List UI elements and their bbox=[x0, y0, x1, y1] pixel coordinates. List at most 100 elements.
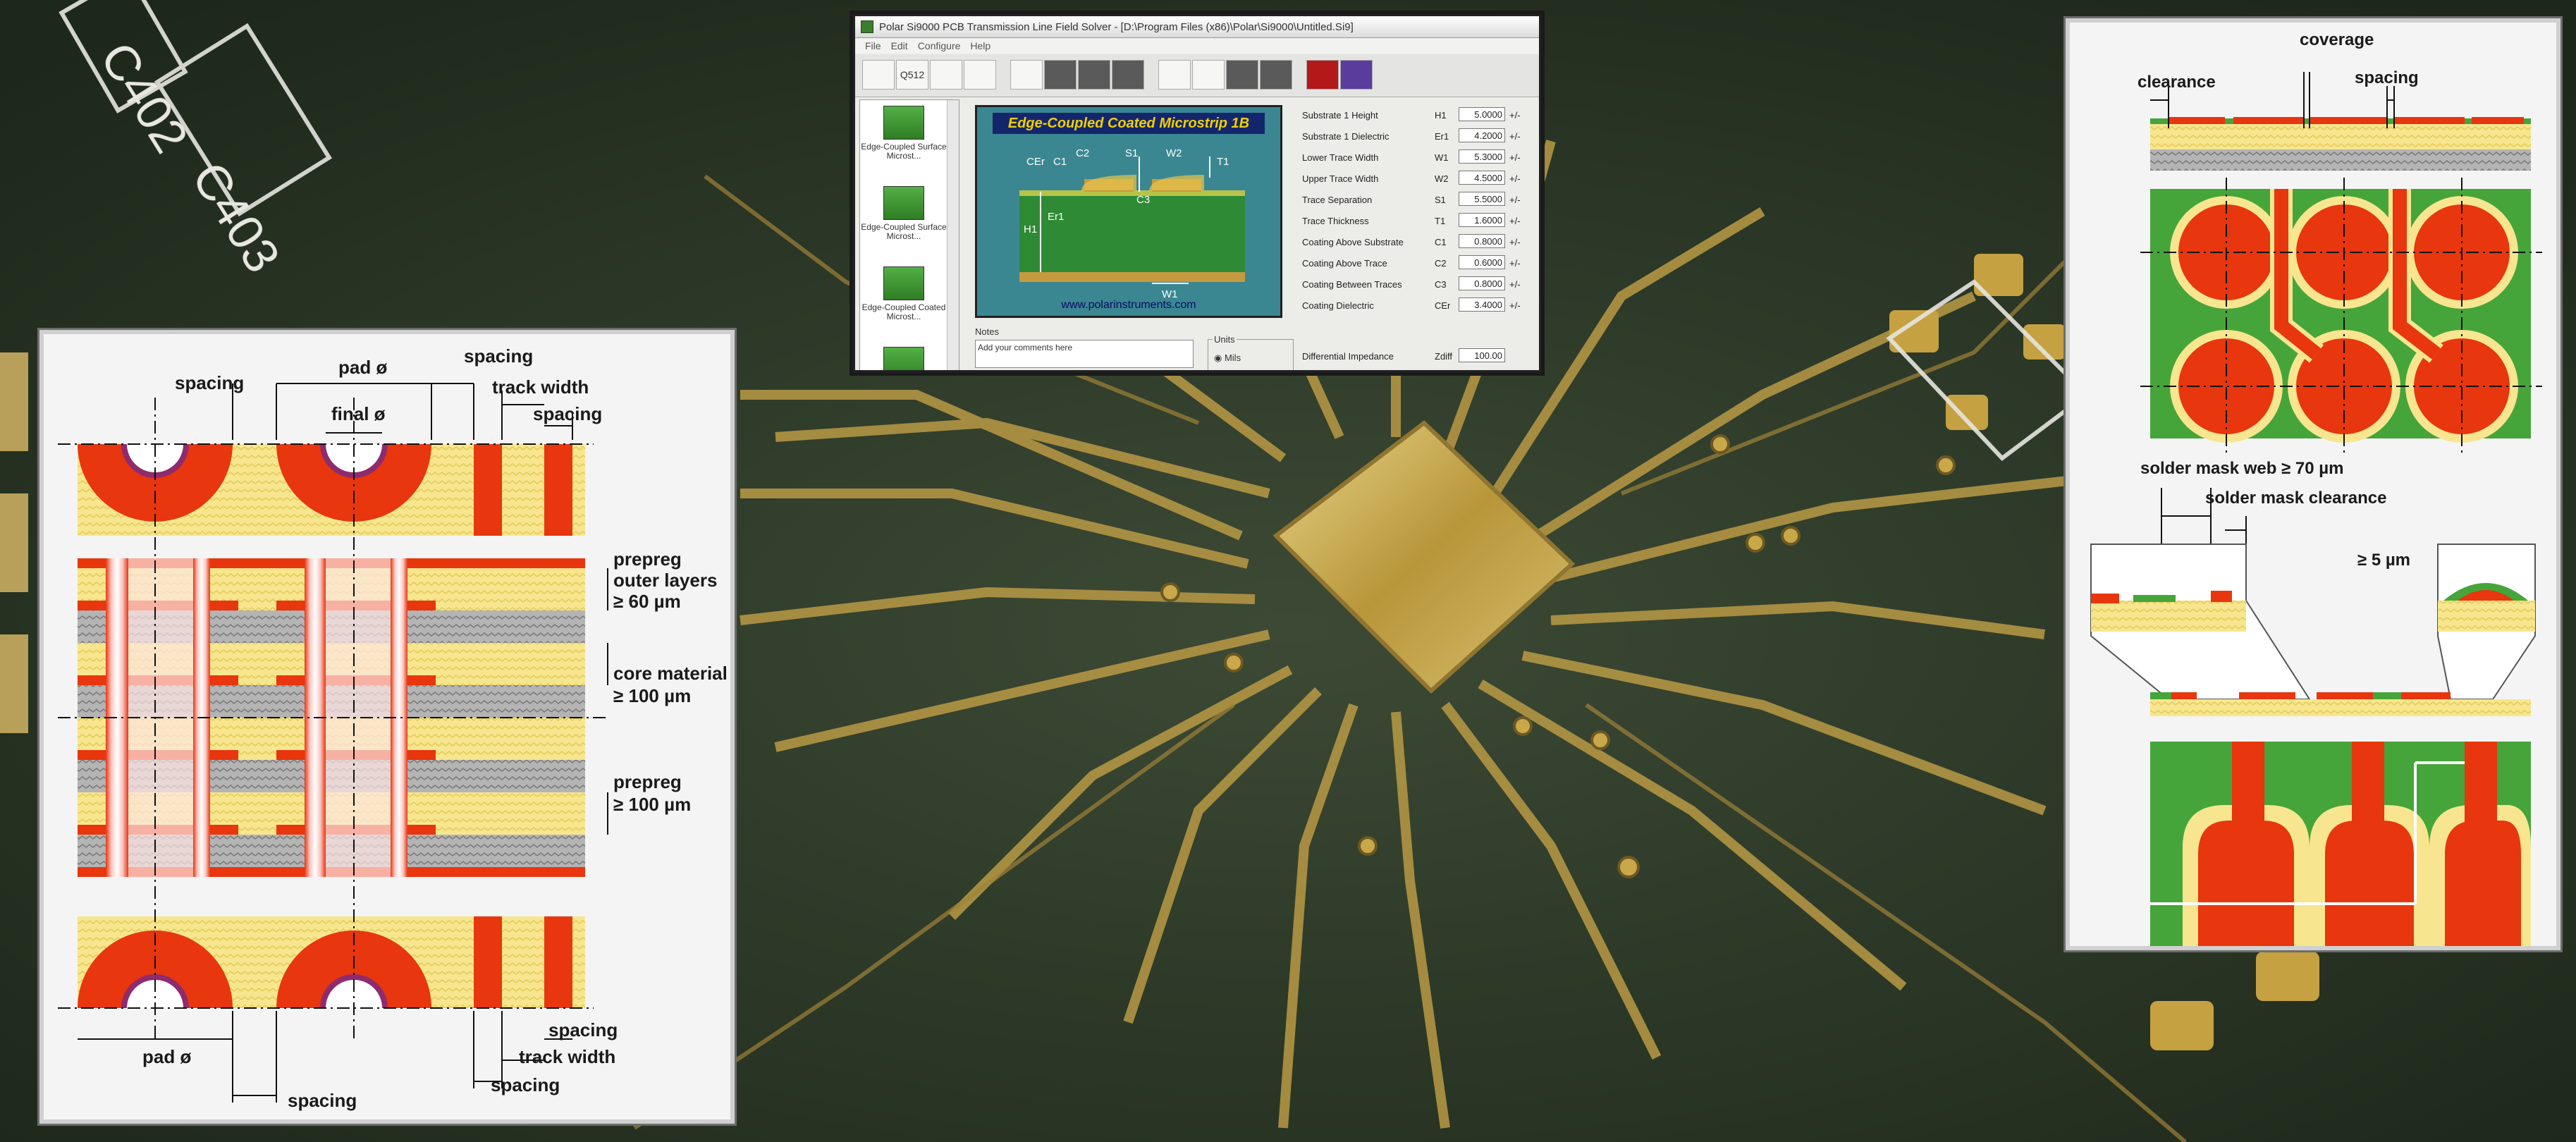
units-group: Units ◉ Mils bbox=[1208, 334, 1294, 370]
list-scrollbar[interactable] bbox=[947, 100, 959, 370]
structure-title: Edge-Coupled Coated Microstrip 1B bbox=[993, 113, 1265, 134]
menu-configure[interactable]: Configure bbox=[918, 40, 961, 51]
structure-list-item[interactable] bbox=[860, 347, 947, 370]
param-value-input[interactable]: 1.6000 bbox=[1459, 213, 1505, 227]
param-row: Coating Dielectric CEr 3.4000 +/- bbox=[1302, 295, 1535, 315]
toolbar-calc-red-icon[interactable] bbox=[1306, 60, 1339, 90]
structure-list: Edge-Coupled Surface Microst... Edge-Cou… bbox=[859, 99, 959, 370]
label-min-5um: ≥ 5 µm bbox=[2357, 551, 2410, 570]
toolbar-q512-icon[interactable]: Q512 bbox=[896, 60, 928, 90]
diagram-label-cer: CEr bbox=[1026, 156, 1045, 168]
label-core-2: ≥ 100 µm bbox=[613, 685, 691, 706]
toolbar-structure-7-icon[interactable] bbox=[1112, 60, 1144, 90]
menu-help[interactable]: Help bbox=[970, 40, 990, 51]
diagram-label-t1: T1 bbox=[1217, 156, 1229, 168]
structure-thumb-icon bbox=[883, 347, 924, 370]
toolbar-structure-3-icon[interactable] bbox=[964, 60, 996, 90]
label-spacing-bottom-mid: spacing bbox=[491, 1074, 560, 1095]
notes-section: Notes Add your comments here bbox=[975, 326, 1201, 368]
toolbar-structure-5-icon[interactable] bbox=[1044, 60, 1077, 90]
toolbar-structure-10-icon[interactable] bbox=[1226, 60, 1258, 90]
diagram-label-c3: C3 bbox=[1136, 194, 1150, 206]
window-title: Polar Si9000 PCB Transmission Line Field… bbox=[879, 20, 1354, 33]
param-value-input[interactable]: 0.8000 bbox=[1459, 234, 1505, 248]
param-row: Upper Trace Width W2 4.5000 +/- bbox=[1302, 168, 1535, 188]
notes-textarea[interactable]: Add your comments here bbox=[975, 340, 1194, 368]
param-value-input[interactable]: 4.2000 bbox=[1459, 128, 1505, 142]
units-label: Units bbox=[1213, 334, 1237, 345]
toolbar-structure-8-icon[interactable] bbox=[1158, 60, 1191, 90]
param-row: Trace Thickness T1 1.6000 +/- bbox=[1302, 211, 1535, 231]
menu-file[interactable]: File bbox=[865, 40, 881, 51]
label-solder-mask-clearance: solder mask clearance bbox=[2205, 489, 2387, 508]
toolbar-structure-4-icon[interactable] bbox=[1010, 60, 1043, 90]
label-spacing-top: spacing bbox=[175, 372, 244, 393]
notes-label: Notes bbox=[975, 326, 999, 337]
param-value-input[interactable]: 5.3000 bbox=[1459, 149, 1505, 164]
label-spacing-top-right: spacing bbox=[464, 345, 533, 367]
toolbar: Q512 bbox=[855, 54, 1539, 97]
param-value-input[interactable]: 3.4000 bbox=[1459, 297, 1505, 312]
structure-list-item[interactable]: Edge-Coupled Surface Microst... bbox=[860, 186, 947, 241]
param-value-input[interactable]: 4.5000 bbox=[1459, 171, 1505, 185]
diagram-label-c1: C1 bbox=[1053, 156, 1067, 168]
structure-thumb-icon bbox=[883, 106, 924, 140]
app-icon bbox=[861, 20, 873, 33]
label-prepreg-1: prepreg bbox=[613, 771, 682, 792]
si9000-window: Polar Si9000 PCB Transmission Line Field… bbox=[853, 14, 1541, 372]
label-spacing: spacing bbox=[2355, 68, 2419, 87]
menu-bar: File Edit Configure Help bbox=[855, 38, 1539, 54]
solder-mask-diagram: coverage clearance spacing solder mask w… bbox=[2090, 30, 2542, 946]
param-value-input[interactable]: 5.0000 bbox=[1459, 107, 1505, 121]
diagram-label-s1: S1 bbox=[1125, 147, 1138, 159]
solder-mask-diagram-panel: coverage clearance spacing solder mask w… bbox=[2066, 18, 2560, 950]
label-spacing-bottom-right: spacing bbox=[548, 1019, 618, 1040]
zdiff-row: Differential Impedance Zdiff 100.00 bbox=[1302, 346, 1535, 366]
toolbar-structure-2-icon[interactable] bbox=[930, 60, 962, 90]
diagram-label-h1: H1 bbox=[1024, 223, 1037, 235]
structure-url[interactable]: www.polarinstruments.com bbox=[977, 299, 1280, 312]
label-prepreg-outer-2: outer layers bbox=[613, 570, 717, 591]
label-core-1: core material bbox=[613, 663, 728, 684]
window-titlebar[interactable]: Polar Si9000 PCB Transmission Line Field… bbox=[855, 16, 1539, 38]
units-mils-radio[interactable]: ◉ Mils bbox=[1214, 352, 1241, 364]
diagram-label-c2: C2 bbox=[1076, 147, 1089, 159]
param-row: Trace Separation S1 5.5000 +/- bbox=[1302, 190, 1535, 209]
label-clearance: clearance bbox=[2138, 73, 2216, 92]
label-track-width-top: track width bbox=[492, 376, 589, 398]
param-row: Lower Trace Width W1 5.3000 +/- bbox=[1302, 147, 1535, 167]
param-value-input[interactable]: 0.8000 bbox=[1459, 276, 1505, 290]
toolbar-structure-11-icon[interactable] bbox=[1260, 60, 1292, 90]
param-row: Substrate 1 Height H1 5.0000 +/- bbox=[1302, 105, 1535, 125]
structure-thumb-icon bbox=[883, 186, 924, 220]
structure-list-item[interactable]: Edge-Coupled Coated Microst... bbox=[860, 266, 947, 321]
structure-cross-section: CEr C1 C2 S1 W2 T1 C3 H1 Er1 W1 bbox=[1019, 147, 1245, 300]
toolbar-structure-6-icon[interactable] bbox=[1078, 60, 1110, 90]
label-prepreg-2: ≥ 100 µm bbox=[613, 794, 691, 815]
label-solder-mask-web: solder mask web ≥ 70 µm bbox=[2140, 459, 2343, 478]
label-coverage: coverage bbox=[2300, 30, 2374, 49]
diagram-label-w2: W2 bbox=[1166, 147, 1182, 159]
param-value-input[interactable]: 0.6000 bbox=[1459, 255, 1505, 269]
param-value-input[interactable]: 5.5000 bbox=[1459, 192, 1505, 206]
toolbar-calc-purple-icon[interactable] bbox=[1340, 60, 1373, 90]
menu-edit[interactable]: Edit bbox=[891, 40, 908, 51]
param-row: Coating Above Substrate C1 0.8000 +/- bbox=[1302, 232, 1535, 252]
label-pad-top: pad ø bbox=[338, 357, 387, 378]
stackup-diagram-panel: spacing pad ø final ø spacing track widt… bbox=[39, 330, 735, 1124]
label-pad-bottom: pad ø bbox=[142, 1046, 191, 1067]
label-spacing-right: spacing bbox=[533, 403, 602, 424]
diagram-label-er1: Er1 bbox=[1048, 211, 1064, 223]
param-row: Coating Between Traces C3 0.8000 +/- bbox=[1302, 274, 1535, 294]
zdiff-value[interactable]: 100.00 bbox=[1459, 348, 1505, 362]
param-row: Substrate 1 Dielectric Er1 4.2000 +/- bbox=[1302, 126, 1535, 146]
stackup-diagram: spacing pad ø final ø spacing track widt… bbox=[58, 345, 728, 1111]
structure-diagram: Edge-Coupled Coated Microstrip 1B CEr C1… bbox=[975, 105, 1282, 318]
label-prepreg-outer-3: ≥ 60 µm bbox=[613, 591, 681, 612]
label-track-width-bottom: track width bbox=[519, 1046, 615, 1067]
toolbar-structure-1-icon[interactable] bbox=[862, 60, 895, 90]
structure-list-item[interactable]: Edge-Coupled Surface Microst... bbox=[860, 106, 947, 161]
label-spacing-bottom: spacing bbox=[288, 1090, 357, 1111]
toolbar-structure-9-icon[interactable] bbox=[1192, 60, 1225, 90]
label-prepreg-outer-1: prepreg bbox=[613, 548, 682, 570]
